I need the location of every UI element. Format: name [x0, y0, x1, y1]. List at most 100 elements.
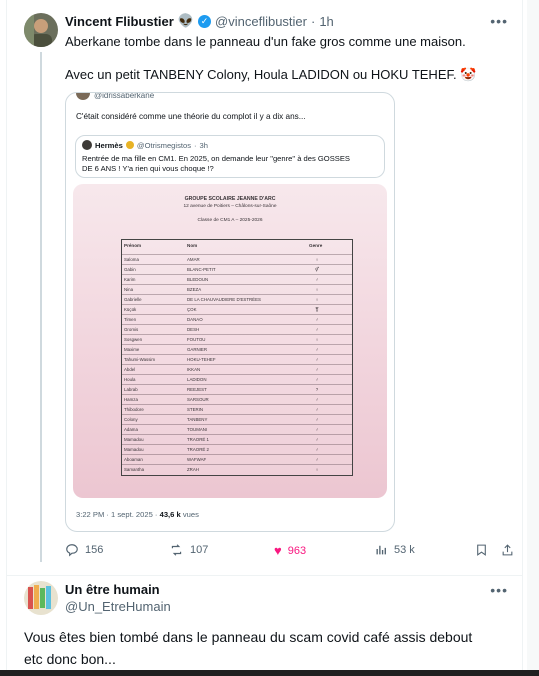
student-firstname: Saloma	[124, 257, 139, 262]
reply-author-name[interactable]: Un être humain	[65, 582, 160, 597]
student-firstname: Mamadou	[124, 437, 144, 442]
student-row: Tahumi-Wassim HOKU-TEHEF ♂	[122, 354, 352, 365]
tweet-actions: 156 107 ♥ 963 53 k	[65, 543, 515, 561]
student-lastname: TOUMANI	[187, 427, 208, 432]
doc-class: Classe de CM1 A – 2025-2026	[197, 218, 263, 223]
doc-title: GROUPE SCOLAIRE JEANNE D'ARC	[184, 196, 276, 202]
student-row: Mamadou TRAORÉ 1 ♂	[122, 434, 352, 445]
reply-button[interactable]: 156	[65, 543, 103, 557]
student-lastname: HOKU-TEHEF	[187, 357, 216, 362]
student-firstname: Aboaman	[124, 457, 143, 462]
bookmark-button[interactable]	[475, 543, 488, 557]
student-gender: ♀	[315, 467, 319, 472]
nested-handle: @Otrismegistos	[136, 140, 191, 150]
student-gender: ?	[315, 387, 319, 392]
reply-avatar[interactable]	[24, 581, 58, 615]
repost-count: 107	[190, 544, 209, 556]
tweet-text-line-1: Aberkane tombe dans le panneau d'un fake…	[65, 34, 466, 49]
tweet-time[interactable]: 1h	[319, 14, 333, 29]
student-firstname: Adama	[124, 427, 138, 432]
student-firstname: Mamadou	[124, 447, 144, 452]
student-lastname: BLEDOUN	[187, 277, 209, 282]
student-gender: ♂	[315, 417, 319, 422]
scrollbar[interactable]	[527, 0, 539, 676]
nested-text-line-1: Rentrée de ma fille en CM1. En 2025, on …	[82, 154, 350, 163]
student-gender: ♂	[315, 327, 319, 332]
quote-handle: @idrissaberkane	[94, 92, 155, 100]
student-lastname: DANAO	[187, 317, 203, 322]
author-emoji: 👽	[177, 13, 195, 28]
student-lastname: STERIN	[187, 407, 204, 412]
views-button[interactable]: 53 k	[375, 543, 415, 556]
col-gender: Genre	[309, 243, 323, 248]
student-firstname: Gabrielle	[124, 297, 142, 302]
student-lastname: TANBENY	[187, 417, 208, 422]
student-gender: ♀	[315, 297, 319, 302]
student-lastname: REEJEST	[187, 387, 207, 392]
quote-avatar	[76, 93, 90, 100]
student-firstname: Abdel	[124, 367, 136, 372]
student-lastname: AMAR	[187, 257, 200, 262]
author-avatar[interactable]	[24, 13, 58, 47]
quote-timestamp[interactable]: 3:22 PM · 1 sept. 2025 ·	[76, 510, 157, 519]
quote-views-label: vues	[182, 510, 199, 519]
student-lastname: ÇOK	[187, 307, 197, 312]
repost-button[interactable]: 107	[169, 543, 208, 557]
student-gender: ♂	[315, 397, 319, 402]
student-row: Aboaman WAFWAF ♂	[122, 454, 352, 465]
student-row: Gabrielle DE LA CHAUVAUDIERE D'ESTRÉES ♀	[122, 294, 352, 305]
nested-time: 3h	[199, 140, 208, 150]
share-button[interactable]	[501, 543, 514, 557]
thread-line	[40, 52, 42, 562]
author-name[interactable]: Vincent Flibustier	[65, 14, 174, 29]
student-gender: ⚧	[315, 307, 319, 312]
tweet[interactable]: Vincent Flibustier 👽 ✓ @vinceflibustier …	[7, 0, 522, 575]
verified-icon: ✓	[198, 14, 212, 28]
student-gender: ♀	[315, 287, 319, 292]
student-row: Houla LADIDON ♂	[122, 374, 352, 385]
reply-text-line-2: etc donc bon...	[24, 651, 116, 667]
quoted-tweet[interactable]: @idrissaberkane C'était considéré comme …	[65, 92, 395, 532]
author-handle[interactable]: @vinceflibustier	[215, 14, 307, 29]
student-firstname: Sosgwen	[124, 337, 143, 342]
doc-address: 12 avenue de Poitiers – Châlons-sur-Saôn…	[183, 204, 277, 209]
student-lastname: DE LA CHAUVAUDIERE D'ESTRÉES	[187, 297, 261, 302]
reply-handle[interactable]: @Un_EtreHumain	[65, 599, 171, 614]
nested-dot: ·	[194, 140, 197, 150]
student-firstname: Hamza	[124, 397, 138, 402]
gold-badge-icon	[125, 141, 134, 149]
timeline-column: Vincent Flibustier 👽 ✓ @vinceflibustier …	[6, 0, 523, 676]
student-row: Abdel IKKAN ♂	[122, 364, 352, 375]
student-gender: ♂	[315, 457, 319, 462]
more-options-icon[interactable]: •••	[490, 13, 508, 29]
student-row: Timen DANAO ♂	[122, 314, 352, 325]
like-button[interactable]: ♥ 963	[274, 543, 306, 558]
student-row: Adama TOUMANI ♂	[122, 424, 352, 435]
student-lastname: SARSOUR	[187, 397, 209, 402]
document-photo[interactable]: GROUPE SCOLAIRE JEANNE D'ARC 12 avenue d…	[73, 184, 387, 498]
student-row: Saloma AMAR ♀	[122, 254, 352, 265]
student-row: Küçük ÇOK ⚧	[122, 304, 352, 315]
student-row: Samantha ZRAH ♀	[122, 464, 352, 475]
reply-more-options-icon[interactable]: •••	[490, 582, 508, 598]
reply-tweet[interactable]: Un être humain @Un_EtreHumain ••• Vous ê…	[7, 576, 522, 676]
student-table-header: Prénom Nom Genre	[122, 240, 352, 254]
nested-quote-header: Hermès @Otrismegistos · 3h	[82, 140, 208, 150]
student-firstname: Labrab	[124, 387, 138, 392]
student-lastname: TRAORÉ 2	[187, 447, 209, 452]
student-lastname: DESH	[187, 327, 200, 332]
student-row: Colony TANBENY ♂	[122, 414, 352, 425]
separator-dot: ·	[310, 13, 316, 29]
student-row: Sosgwen FOUTOU ♀	[122, 334, 352, 345]
student-row: Mamadou TRAORÉ 2 ♂	[122, 444, 352, 455]
reply-count: 156	[85, 544, 104, 556]
student-gender: ♂	[315, 427, 319, 432]
taskbar-strip	[0, 670, 539, 676]
student-firstname: Thibodore	[124, 407, 144, 412]
student-lastname: LADIDON	[187, 377, 207, 382]
nested-quote[interactable]: Hermès @Otrismegistos · 3h Rentrée de ma…	[75, 135, 385, 178]
reply-handle-row: @Un_EtreHumain	[65, 599, 171, 614]
heart-icon: ♥	[274, 543, 282, 558]
share-icon	[502, 544, 513, 556]
student-row: Labrab REEJEST?	[122, 384, 352, 395]
